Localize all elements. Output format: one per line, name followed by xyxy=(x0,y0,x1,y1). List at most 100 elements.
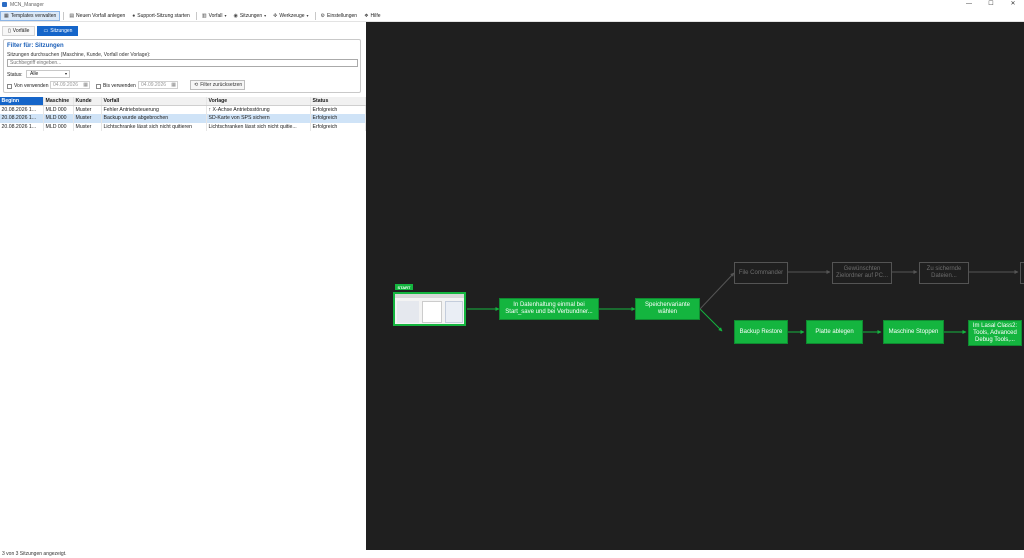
table-cell: Erfolgreich xyxy=(311,114,366,123)
von-label: Von verwenden xyxy=(14,83,49,89)
toolbar-divider xyxy=(314,11,316,20)
reset-filter-label: Filter zurücksetzen xyxy=(200,82,243,88)
filter-title: Filter für: Sitzungen xyxy=(7,43,64,49)
column-header[interactable]: Kunde xyxy=(74,97,102,105)
flow-node-speichervariante[interactable]: Speichervariante wählen xyxy=(635,298,700,320)
flow-node-offscreen[interactable] xyxy=(1020,262,1024,284)
filter-description: Sitzungen durchsuchen (Maschine, Kunde, … xyxy=(7,52,151,58)
table-cell: Fehler Antriebsteuerung xyxy=(102,105,207,114)
table-cell: Erfolgreich xyxy=(311,105,366,114)
flow-connections xyxy=(467,270,1019,334)
start-badge: START xyxy=(395,284,413,290)
new-case-label: Neuen Vorfall anlegen xyxy=(76,12,126,19)
werkzeuge-menu[interactable]: ✜ Werkzeuge ▾ xyxy=(270,11,311,21)
table-cell: MLD 000 xyxy=(44,114,74,123)
checkbox-box xyxy=(7,83,12,89)
view-tabs: ▯ Vorfälle ▭ Sitzungen xyxy=(2,26,80,37)
status-select[interactable]: Alle ▾ xyxy=(26,70,70,78)
support-session-button[interactable]: ● Support-Sitzung starten xyxy=(129,11,193,21)
table-cell: 20.08.2026 1... xyxy=(0,122,44,131)
flow-node-file-commander[interactable]: File Commander xyxy=(734,262,788,284)
tab-sitzungen[interactable]: ▭ Sitzungen xyxy=(37,26,79,36)
table-cell: Muster xyxy=(74,122,102,131)
table-header: Beginn Maschine Kunde Vorfall Vorlage St… xyxy=(0,97,366,106)
table-cell: MLD 000 xyxy=(44,105,74,114)
vorfall-menu[interactable]: ▥ Vorfall ▾ xyxy=(199,11,230,21)
session-icon: ◉ xyxy=(233,12,238,19)
sitzungen-label: Sitzungen xyxy=(239,12,263,19)
tab-vorfaelle[interactable]: ▯ Vorfälle xyxy=(2,26,36,36)
column-header[interactable]: Vorlage xyxy=(207,97,311,105)
thumbnail-panel-left xyxy=(397,301,419,323)
flow-node-maschine-stoppen[interactable]: Maschine Stoppen xyxy=(883,320,944,344)
filter-panel: Filter für: Sitzungen Sitzungen durchsuc… xyxy=(3,39,361,93)
table-cell: Backup wurde abgebrochen xyxy=(102,114,207,123)
maximize-button[interactable]: ☐ xyxy=(980,0,1002,9)
help-icon: ❖ xyxy=(364,12,369,19)
table-cell: 20.08.2026 1... xyxy=(0,114,44,123)
flow-node-lasal-class2[interactable]: Im Lasal Class2: Tools, Advanced Debug T… xyxy=(968,320,1022,346)
status-label: Status: xyxy=(7,72,23,78)
session-icon: ▭ xyxy=(43,28,49,34)
help-label: Hilfe xyxy=(370,12,381,19)
table-row[interactable]: 20.08.2026 1... MLD 000 Muster Fehler An… xyxy=(0,105,366,114)
vorfall-label: Vorfall xyxy=(208,12,223,19)
help-button[interactable]: ❖ Hilfe xyxy=(361,11,384,21)
window-controls: — ☐ ✕ xyxy=(958,0,1024,9)
document-icon: ▯ xyxy=(8,28,11,34)
column-header[interactable]: Status xyxy=(311,97,366,105)
minimize-button[interactable]: — xyxy=(958,0,980,9)
thumbnail-toolbar xyxy=(395,294,464,298)
chevron-down-icon: ▾ xyxy=(64,71,67,76)
flow-node-platte-ablegen[interactable]: Platte ablegen xyxy=(806,320,863,344)
table-cell: Erfolgreich xyxy=(311,122,366,131)
status-bar: 3 von 3 Sitzungen angezeigt. xyxy=(0,550,1024,558)
close-button[interactable]: ✕ xyxy=(1002,0,1024,9)
gear-icon: ⚙ xyxy=(320,12,326,19)
checkbox-box xyxy=(96,83,101,89)
reset-filter-button[interactable]: ⟲ Filter zurücksetzen xyxy=(190,80,245,90)
bis-checkbox[interactable]: Bis verwenden xyxy=(96,83,136,89)
start-node-thumbnail[interactable] xyxy=(393,292,466,326)
von-date-value: 04.09.2026 xyxy=(53,82,79,88)
column-header[interactable]: Vorfall xyxy=(102,97,207,105)
bis-date-input[interactable]: 04.09.2026 ▦ xyxy=(138,81,178,89)
list-icon: ▥ xyxy=(201,12,207,19)
thumbnail-panel-right xyxy=(445,301,463,323)
chevron-down-icon: ▾ xyxy=(264,13,267,18)
title-bar: MCN_Manager — ☐ ✕ xyxy=(0,0,1024,9)
flow-node-zielordner[interactable]: Gewünschten Zielordner auf PC... xyxy=(832,262,892,284)
flow-canvas[interactable]: START In Datenhaltung einmal bei Start_s… xyxy=(366,22,1024,550)
toolbar-divider xyxy=(63,11,65,20)
settings-button[interactable]: ⚙ Einstellungen xyxy=(318,11,361,21)
werkzeuge-label: Werkzeuge xyxy=(279,12,305,19)
table-row[interactable]: 20.08.2026 1... MLD 000 Muster Lichtschr… xyxy=(0,122,366,131)
app-icon xyxy=(2,2,7,7)
column-header[interactable]: Beginn xyxy=(0,97,44,105)
reset-icon: ⟲ xyxy=(194,82,199,88)
calendar-icon: ▦ xyxy=(83,82,88,88)
table-cell: SD-Karte von SPS sichern xyxy=(207,114,311,123)
table-cell: Muster xyxy=(74,114,102,123)
new-case-button[interactable]: ▤ Neuen Vorfall anlegen xyxy=(66,11,128,21)
column-header[interactable]: Maschine xyxy=(44,97,74,105)
von-checkbox[interactable]: Von verwenden xyxy=(7,83,48,89)
chevron-down-icon: ▾ xyxy=(306,13,309,18)
main-toolbar: ▦ Templates verwalten ▤ Neuen Vorfall an… xyxy=(0,10,1024,22)
window-title: MCN_Manager xyxy=(10,1,44,8)
flow-node-backup-restore[interactable]: Backup Restore xyxy=(734,320,788,344)
settings-label: Einstellungen xyxy=(327,12,358,19)
calendar-icon: ▦ xyxy=(171,82,176,88)
search-input[interactable] xyxy=(7,59,358,67)
toolbar-divider xyxy=(195,11,197,20)
table-row[interactable]: 20.08.2026 1... MLD 000 Muster Backup wu… xyxy=(0,114,366,123)
table-cell: 20.08.2026 1... xyxy=(0,105,44,114)
bis-date-value: 04.09.2026 xyxy=(141,82,167,88)
sitzungen-menu[interactable]: ◉ Sitzungen ▾ xyxy=(230,11,269,21)
templates-button[interactable]: ▦ Templates verwalten xyxy=(0,10,61,21)
flow-node-dateien[interactable]: Zu sichernde Dateien... xyxy=(919,262,969,284)
flow-node-datenhaltung[interactable]: In Datenhaltung einmal bei Start_save un… xyxy=(499,298,599,320)
chevron-down-icon: ▾ xyxy=(224,13,227,18)
von-date-input[interactable]: 04.09.2026 ▦ xyxy=(50,81,90,89)
template-icon: ▦ xyxy=(4,12,9,19)
